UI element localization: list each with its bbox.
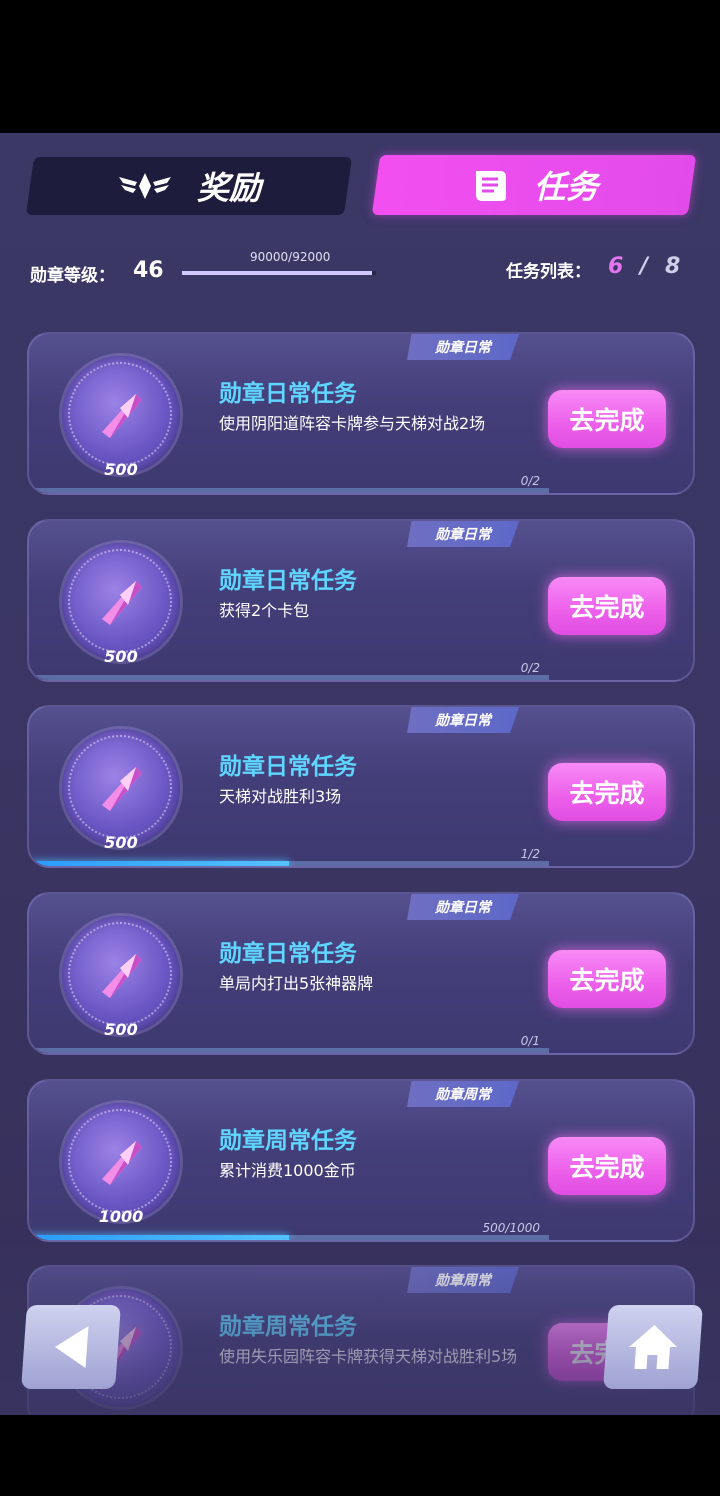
back-button[interactable] — [21, 1305, 121, 1389]
task-progress-bar — [29, 861, 549, 866]
scroll-icon — [475, 171, 506, 201]
exp-progress-text: 90000/92000 — [250, 250, 331, 264]
task-progress-bar — [29, 1235, 549, 1240]
winged-emblem-icon — [118, 173, 171, 199]
medal-reward — [62, 729, 180, 847]
task-total-count: 8 — [665, 254, 681, 279]
crystal-icon — [102, 394, 142, 438]
crystal-icon — [102, 767, 142, 811]
go-complete-button[interactable]: 去完成 — [548, 1137, 666, 1195]
task-title: 勋章周常任务 — [219, 1128, 357, 1154]
task-description: 累计消费1000金币 — [219, 1161, 356, 1180]
tab-reward-label: 奖励 — [196, 169, 261, 207]
reward-points: 500 — [104, 647, 138, 666]
task-card: 勋章日常 500 勋章日常任务 使用阴阳道阵容卡牌参与天梯对战2场 去完成 0/… — [27, 332, 695, 495]
task-title: 勋章日常任务 — [219, 941, 357, 967]
reward-points: 1000 — [98, 1207, 144, 1226]
home-icon — [629, 1325, 677, 1369]
task-list-label: 任务列表： — [506, 262, 591, 282]
back-arrow-icon — [55, 1326, 89, 1368]
task-card: 勋章日常 500 勋章日常任务 单局内打出5张神器牌 去完成 0/1 — [27, 892, 695, 1055]
exp-progress-fill — [182, 271, 372, 275]
task-tag: 勋章日常 — [407, 334, 519, 360]
medal-level-value: 46 — [133, 258, 164, 283]
tab-task[interactable]: 任务 — [371, 155, 697, 215]
task-card: 勋章周常 1000 勋章周常任务 累计消费1000金币 去完成 500/1000 — [27, 1079, 695, 1242]
crystal-icon — [102, 581, 142, 625]
medal-reward — [62, 1103, 180, 1221]
reward-points: 500 — [104, 1020, 138, 1039]
task-progress-bar — [29, 488, 549, 493]
task-description: 单局内打出5张神器牌 — [219, 974, 374, 993]
task-description: 使用阴阳道阵容卡牌参与天梯对战2场 — [219, 414, 486, 433]
task-card: 勋章日常 500 勋章日常任务 天梯对战胜利3场 去完成 1/2 — [27, 705, 695, 868]
task-title: 勋章日常任务 — [219, 754, 357, 780]
task-tag: 勋章日常 — [407, 894, 519, 920]
tab-reward[interactable]: 奖励 — [25, 157, 353, 215]
tab-task-label: 任务 — [533, 168, 598, 206]
crystal-icon — [102, 1141, 142, 1185]
task-title: 勋章日常任务 — [219, 568, 357, 594]
task-done-count: 6 — [608, 254, 624, 279]
go-complete-button[interactable]: 去完成 — [548, 390, 666, 448]
go-complete-button[interactable]: 去完成 — [548, 577, 666, 635]
reward-points: 500 — [104, 833, 138, 852]
task-progress-text: 1/2 — [520, 847, 540, 861]
task-tag: 勋章日常 — [407, 707, 519, 733]
medal-reward — [62, 916, 180, 1034]
medal-level-label: 勋章等级： — [30, 266, 115, 286]
task-title: 勋章日常任务 — [219, 381, 357, 407]
task-progress-fill — [29, 861, 289, 866]
task-description: 天梯对战胜利3场 — [219, 787, 342, 806]
task-progress-text: 500/1000 — [482, 1221, 541, 1235]
task-description: 获得2个卡包 — [219, 601, 310, 620]
task-card: 勋章日常 500 勋章日常任务 获得2个卡包 去完成 0/2 — [27, 519, 695, 682]
medal-reward — [62, 356, 180, 474]
task-screen: 奖励 任务 勋章等级： 46 90000/92000 任务列表： 6 / 8 勋… — [0, 133, 720, 1415]
task-progress-fill — [29, 1235, 289, 1240]
task-progress-bar — [29, 675, 549, 680]
task-progress-text: 0/1 — [520, 1034, 540, 1048]
go-complete-button[interactable]: 去完成 — [548, 763, 666, 821]
task-progress-bar — [29, 1048, 549, 1053]
home-button[interactable] — [603, 1305, 703, 1389]
task-progress-text: 0/2 — [520, 474, 540, 488]
task-tag: 勋章日常 — [407, 521, 519, 547]
task-progress-text: 0/2 — [520, 661, 540, 675]
medal-reward — [62, 543, 180, 661]
crystal-icon — [102, 954, 142, 998]
task-count-separator: / — [640, 254, 649, 279]
task-tag: 勋章周常 — [407, 1081, 519, 1107]
go-complete-button[interactable]: 去完成 — [548, 950, 666, 1008]
exp-progress-bar — [182, 271, 376, 275]
reward-points: 500 — [104, 460, 138, 479]
